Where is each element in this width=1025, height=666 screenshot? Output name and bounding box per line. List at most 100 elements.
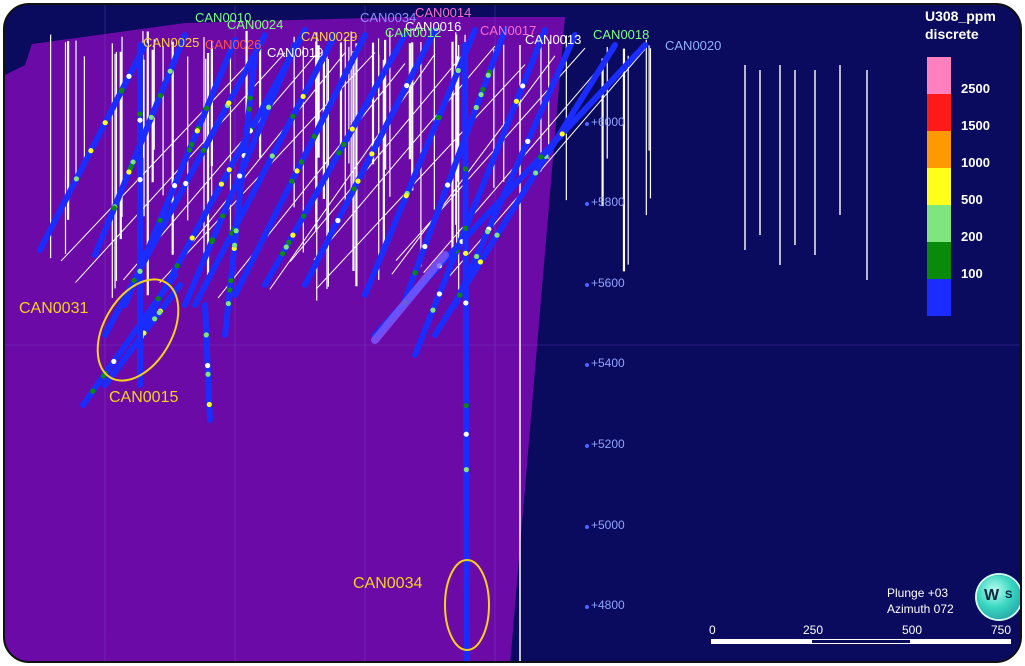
- compass-west-label: W: [984, 587, 1000, 604]
- assay-interval: [335, 217, 341, 224]
- assay-interval: [228, 278, 234, 284]
- legend-swatch-200: [927, 205, 951, 242]
- callout-label-can0031: CAN0031: [19, 300, 89, 317]
- elevation-tick: [585, 525, 589, 529]
- elevation-label: +4800: [591, 598, 625, 612]
- hole-label[interactable]: CAN0026: [205, 37, 261, 52]
- assay-interval: [126, 73, 132, 79]
- assay-interval: [189, 141, 195, 148]
- assay-interval: [157, 92, 163, 99]
- legend-swatch-1500: [927, 94, 951, 131]
- assay-interval: [266, 104, 272, 110]
- legend-title: U308_ppm discrete: [925, 7, 996, 43]
- assay-interval: [494, 232, 500, 238]
- hole-label[interactable]: CAN0018: [593, 27, 649, 42]
- assay-interval: [462, 225, 469, 231]
- legend-swatch-1000: [927, 131, 951, 168]
- assay-interval: [206, 401, 212, 408]
- assay-interval: [455, 67, 461, 74]
- assay-interval: [436, 114, 442, 121]
- assay-interval: [462, 166, 468, 172]
- elevation-tick: [585, 283, 589, 287]
- assay-interval: [73, 176, 80, 182]
- assay-interval: [480, 86, 486, 93]
- assay-interval: [478, 92, 484, 98]
- assay-interval: [463, 431, 469, 437]
- hole-label[interactable]: CAN0029: [301, 29, 357, 44]
- scale-bar-segment: [811, 639, 911, 644]
- scale-label: 500: [902, 623, 923, 637]
- assay-interval: [203, 332, 209, 338]
- assay-interval: [111, 205, 117, 211]
- hole-label[interactable]: CAN0019: [267, 45, 323, 60]
- azimuth-readout: Azimuth 072: [887, 602, 954, 616]
- compass-icon[interactable]: W S: [977, 575, 1020, 619]
- assay-interval: [283, 244, 289, 250]
- assay-interval: [444, 182, 451, 188]
- assay-interval: [90, 388, 96, 394]
- assay-interval: [205, 362, 211, 369]
- assay-interval: [218, 181, 225, 187]
- assay-interval: [290, 113, 296, 119]
- assay-interval: [227, 287, 233, 293]
- assay-interval: [156, 309, 162, 316]
- assay-interval: [189, 235, 195, 241]
- assay-interval: [525, 138, 531, 144]
- scale-bar-segment: [711, 639, 811, 644]
- assay-interval: [485, 72, 491, 78]
- assay-interval: [118, 88, 125, 94]
- assay-interval: [225, 300, 231, 307]
- legend-swatch-2500: [927, 57, 951, 94]
- hole-label[interactable]: CAN0020: [665, 38, 721, 53]
- assay-interval: [311, 133, 317, 139]
- drill-hole-trace: [462, 42, 470, 661]
- assay-interval: [463, 250, 469, 256]
- hole-label[interactable]: CAN0013: [525, 32, 581, 47]
- hole-label[interactable]: CAN0024: [227, 17, 283, 32]
- assay-interval: [294, 168, 300, 174]
- assay-interval: [412, 270, 418, 276]
- assay-interval: [336, 150, 342, 156]
- legend-swatch-500: [927, 168, 951, 205]
- elevation-label: +5600: [591, 276, 625, 290]
- assay-interval: [226, 167, 232, 173]
- legend-label: 2500: [961, 81, 990, 96]
- section-fill: [5, 13, 565, 661]
- assay-interval: [463, 467, 469, 473]
- assay-interval: [403, 193, 409, 199]
- assay-interval: [204, 105, 210, 111]
- legend-label: 200: [961, 229, 983, 244]
- assay-interval: [137, 111, 143, 117]
- assay-interval: [351, 186, 357, 192]
- elevation-tick: [585, 363, 589, 367]
- assay-interval: [430, 307, 436, 313]
- assay-interval: [369, 151, 375, 157]
- assay-interval: [137, 268, 143, 274]
- scale-bar-segment: [911, 639, 1011, 644]
- plunge-readout: Plunge +03: [887, 586, 949, 600]
- assay-interval: [286, 239, 292, 245]
- legend-title-line2: discrete: [925, 26, 979, 42]
- hole-label[interactable]: CAN0012: [385, 25, 441, 40]
- assay-interval: [349, 126, 355, 132]
- assay-interval: [186, 147, 193, 153]
- assay-interval: [538, 154, 544, 160]
- scale-label: 250: [803, 623, 824, 637]
- assay-interval: [226, 100, 232, 106]
- assay-interval: [200, 147, 207, 153]
- assay-interval: [88, 148, 94, 154]
- section-viewport[interactable]: CAN0010 CAN0024 CAN0034 CAN0014 CAN0016 …: [3, 3, 1022, 663]
- hole-label[interactable]: CAN0014: [415, 5, 471, 20]
- assay-interval: [404, 82, 410, 89]
- drillhole-section: [5, 5, 1020, 661]
- assay-interval: [247, 95, 253, 101]
- legend-label: 1500: [961, 118, 990, 133]
- hole-label[interactable]: CAN0025: [143, 35, 199, 50]
- assay-interval: [279, 251, 286, 257]
- compass-south-label: S: [1005, 589, 1013, 601]
- legend-swatch-base: [927, 279, 951, 316]
- assay-interval: [355, 178, 361, 184]
- assay-interval: [463, 402, 469, 409]
- assay-interval: [167, 68, 173, 74]
- assay-interval: [463, 300, 469, 306]
